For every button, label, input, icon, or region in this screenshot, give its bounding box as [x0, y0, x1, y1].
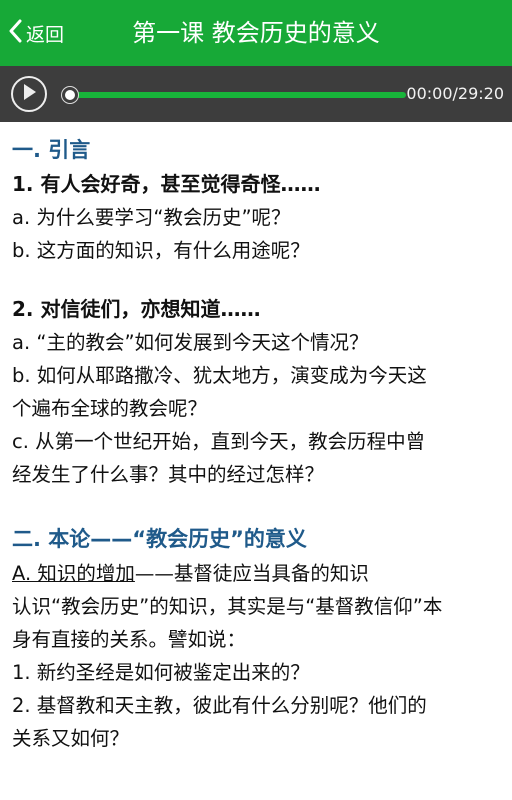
- list-item: 1. 新约圣经是如何被鉴定出来的？: [12, 661, 310, 684]
- progress-knob[interactable]: [62, 87, 78, 103]
- back-label: 返回: [26, 23, 65, 46]
- audio-player: 00:00/29:20: [0, 66, 512, 122]
- section-heading: 二. 本论——“教会历史”的意义: [12, 527, 307, 551]
- subsection-title: A. 知识的增加: [12, 562, 135, 585]
- list-item: b. 如何从耶路撒冷、犹太地方，演变成为今天这: [12, 364, 427, 387]
- page-title: 第一课 教会历史的意义: [132, 19, 380, 47]
- time-readout: 00:00/29:20: [406, 84, 504, 103]
- question-heading: 1. 有人会好奇，甚至觉得奇怪……: [12, 172, 321, 196]
- list-item: c. 从第一个世纪开始，直到今天，教会历程中曾: [12, 430, 426, 453]
- list-item: 2. 基督教和天主教，彼此有什么分别呢？他们的: [12, 694, 427, 717]
- list-item: 个遍布全球的教会呢？: [12, 397, 208, 420]
- back-button[interactable]: 返回: [8, 0, 64, 66]
- progress-track[interactable]: [66, 92, 406, 98]
- list-item: b. 这方面的知识，有什么用途呢？: [12, 239, 310, 262]
- list-item: 经发生了什么事？其中的经过怎样？: [12, 463, 325, 486]
- list-item: a. “主的教会”如何发展到今天这个情况？: [12, 331, 369, 354]
- section-heading: 一. 引言: [12, 138, 91, 162]
- paragraph-line: 认识“教会历史”的知识，其实是与“基督教信仰”本: [12, 595, 443, 618]
- list-item: a. 为什么要学习“教会历史”呢？: [12, 206, 291, 229]
- lesson-content: 一. 引言 1. 有人会好奇，甚至觉得奇怪…… a. 为什么要学习“教会历史”呢…: [0, 122, 512, 755]
- paragraph-line: 身有直接的关系。譬如说：: [12, 628, 247, 651]
- play-icon: [21, 83, 37, 105]
- question-heading: 2. 对信徒们，亦想知道……: [12, 297, 261, 321]
- list-item: 关系又如何？: [12, 727, 130, 750]
- subsection-heading: A. 知识的增加——基督徒应当具备的知识: [12, 557, 498, 590]
- chevron-left-icon: [8, 19, 26, 48]
- subsection-subtitle: ——基督徒应当具备的知识: [134, 562, 369, 585]
- play-button[interactable]: [11, 76, 47, 112]
- header-bar: 返回 第一课 教会历史的意义: [0, 0, 512, 66]
